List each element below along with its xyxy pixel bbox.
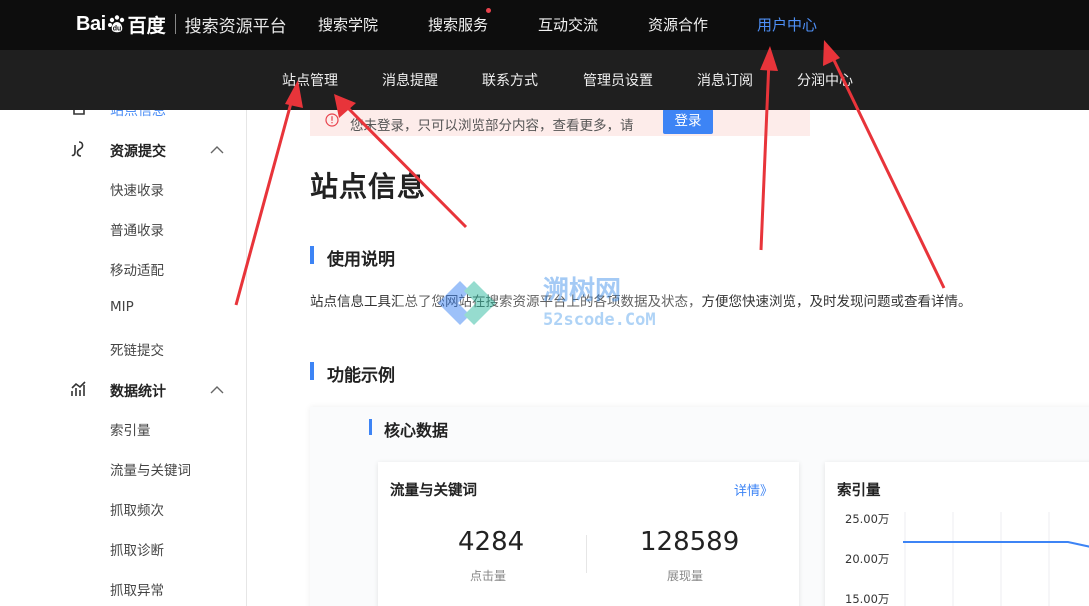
sidebar: 站点信息 资源提交 快速收录 普通收录 移动适配 MIP 死链提交 数据统计 索… [0, 110, 247, 606]
nav-search-services[interactable]: 搜索服务 [428, 14, 488, 35]
stats-chart-icon [71, 381, 86, 396]
y-tick-label: 25.00万 [845, 512, 890, 526]
notification-dot [486, 8, 491, 13]
nav-interaction[interactable]: 互动交流 [538, 14, 598, 35]
logo-divider [174, 14, 176, 34]
example-heading: 功能示例 [327, 366, 395, 386]
y-tick-label: 20.00万 [845, 552, 890, 566]
baidu-logo[interactable]: Bai du 百度 搜索资源平台 [76, 8, 287, 40]
main-content: 您未登录，只可以浏览部分内容，查看更多，请 登录 站点信息 使用说明 站点信息工… [247, 110, 1089, 606]
traffic-keywords-card: 流量与关键词 详情》 4284 点击量 128589 展现量 [378, 462, 799, 606]
nav-search-academy[interactable]: 搜索学院 [318, 14, 378, 35]
sidebar-item-site-info[interactable]: 站点信息 [110, 110, 166, 120]
usage-heading: 使用说明 [327, 250, 395, 270]
subnav-contact[interactable]: 联系方式 [482, 70, 538, 90]
nav-resource-cooperation[interactable]: 资源合作 [648, 14, 708, 35]
watermark-name: 溯树网 [543, 276, 621, 306]
logo-subtitle: 搜索资源平台 [184, 16, 287, 37]
sidebar-item-traffic-keywords[interactable]: 流量与关键词 [110, 459, 191, 479]
subnav-profit-center[interactable]: 分润中心 [797, 70, 853, 90]
sidebar-item-crawl-frequency[interactable]: 抓取频次 [110, 499, 164, 519]
sidebar-group-resource-submit[interactable]: 资源提交 [110, 141, 166, 161]
section-accent-bar [310, 246, 314, 264]
login-button[interactable]: 登录 [663, 110, 713, 134]
clicks-label: 点击量 [470, 569, 507, 583]
alert-text: 您未登录，只可以浏览部分内容，查看更多，请 [350, 118, 634, 134]
traffic-card-title: 流量与关键词 [390, 483, 477, 499]
logo-bai-text: Bai [76, 12, 106, 35]
nav-user-center[interactable]: 用户中心 [757, 14, 817, 35]
watermark-logo: 溯树网 52scode.CoM [398, 263, 693, 341]
sidebar-item-dead-link[interactable]: 死链提交 [110, 339, 164, 359]
chevron-up-icon[interactable] [209, 145, 225, 155]
home-icon [73, 110, 85, 115]
logo-du-text: 百度 [127, 14, 166, 37]
resource-submit-icon [71, 141, 84, 157]
sidebar-item-mobile-adapt[interactable]: 移动适配 [110, 259, 164, 279]
subnav-admin-settings[interactable]: 管理员设置 [583, 70, 653, 90]
index-volume-card: 索引量 25.00万 20.00万 15.00万 [825, 462, 1089, 606]
svg-text:du: du [112, 26, 121, 33]
sidebar-item-index-volume[interactable]: 索引量 [110, 419, 151, 439]
sub-navbar: 站点管理 消息提醒 联系方式 管理员设置 消息订阅 分润中心 [0, 50, 1089, 110]
subnav-message-subscription[interactable]: 消息订阅 [697, 70, 753, 90]
sidebar-item-crawl-errors[interactable]: 抓取异常 [110, 579, 164, 599]
watermark-url: 52scode.CoM [543, 310, 656, 330]
top-navbar: Bai du 百度 搜索资源平台 搜索学院 搜索服务 互动交流 资源合作 用户中… [0, 0, 1089, 50]
y-tick-label: 15.00万 [845, 592, 890, 606]
subnav-site-management[interactable]: 站点管理 [282, 70, 338, 90]
sidebar-item-fast-indexing[interactable]: 快速收录 [110, 179, 164, 199]
section-accent-bar [369, 419, 372, 435]
impressions-label: 展现量 [667, 569, 704, 583]
subnav-message-reminder[interactable]: 消息提醒 [382, 70, 438, 90]
chart-series-line [903, 541, 1089, 548]
index-card-title: 索引量 [837, 483, 881, 499]
login-alert: 您未登录，只可以浏览部分内容，查看更多，请 登录 [310, 110, 810, 136]
impressions-value: 128589 [640, 527, 740, 557]
sidebar-group-data-stats[interactable]: 数据统计 [110, 381, 166, 401]
chevron-up-icon[interactable] [209, 385, 225, 395]
page-title: 站点信息 [310, 170, 427, 203]
clicks-value: 4284 [458, 527, 525, 557]
metric-divider [586, 535, 587, 573]
example-panel: 核心数据 流量与关键词 详情》 4284 点击量 128589 展现量 索引量 … [310, 407, 1089, 606]
warning-icon [325, 113, 339, 127]
traffic-details-link[interactable]: 详情》 [734, 480, 773, 499]
index-volume-chart [903, 512, 1089, 606]
sidebar-item-mip[interactable]: MIP [110, 299, 134, 315]
paw-icon: du [107, 15, 124, 33]
core-data-heading: 核心数据 [384, 421, 449, 440]
sidebar-item-normal-indexing[interactable]: 普通收录 [110, 219, 164, 239]
section-accent-bar [310, 362, 314, 380]
sidebar-item-crawl-diagnosis[interactable]: 抓取诊断 [110, 539, 164, 559]
